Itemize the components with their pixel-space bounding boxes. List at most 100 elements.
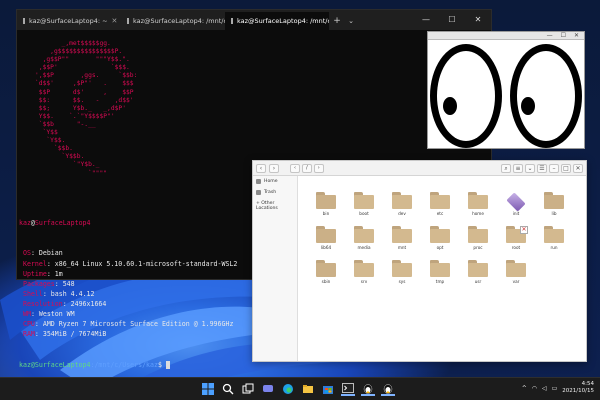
folder-item[interactable]: dev — [387, 190, 417, 220]
windows-icon[interactable] — [201, 382, 215, 396]
terminal-icon[interactable] — [341, 382, 355, 396]
sidebar-item-trash[interactable]: Trash — [253, 187, 297, 198]
folder-icon — [430, 226, 450, 243]
taskbar: ^ ◠ ◁ ▭ 4:54 2021/10/15 — [0, 377, 600, 400]
search-icon[interactable] — [221, 382, 235, 396]
folder-item[interactable]: var — [501, 258, 531, 288]
terminal-tab-icon — [231, 18, 233, 24]
info-line: RAM: 354MiB / 7674MiB — [22, 330, 107, 339]
folder-label: srv — [360, 279, 368, 284]
info-key: Resolution — [22, 299, 63, 308]
close-button[interactable]: ✕ — [573, 163, 583, 173]
minimize-button[interactable]: — — [413, 10, 439, 30]
folder-item[interactable]: ✕ root — [501, 224, 531, 254]
folder-item[interactable]: srv — [349, 258, 379, 288]
edge-icon[interactable] — [281, 382, 295, 396]
path-segment-fwd[interactable]: › — [313, 163, 324, 173]
xeyes-window[interactable]: — ☐ ✕ — [427, 31, 585, 149]
info-key: OS — [22, 249, 31, 258]
folder-item[interactable]: sys — [387, 258, 417, 288]
folder-label: tmp — [435, 279, 445, 284]
folder-item[interactable]: proc — [463, 224, 493, 254]
battery-icon[interactable]: ▭ — [552, 385, 558, 392]
folder-item[interactable]: boot — [349, 190, 379, 220]
sidebar-item-home[interactable]: Home — [253, 176, 297, 187]
info-key: Kernel — [22, 259, 47, 268]
folder-item[interactable]: media — [349, 224, 379, 254]
folder-label: dev — [398, 211, 406, 216]
back-button[interactable]: ‹ — [256, 163, 266, 173]
terminal-tab-icon — [23, 18, 25, 24]
info-key: WM — [22, 310, 31, 319]
list-view-icon[interactable]: ≡ — [513, 163, 523, 173]
path-segment-back[interactable]: ‹ — [290, 163, 300, 173]
terminal-tab-1[interactable]: kaz@SurfaceLaptop4: ~ ✕ — [17, 12, 121, 30]
folder-label: lib64 — [320, 245, 332, 250]
folder-icon — [316, 192, 336, 209]
folder-item[interactable]: etc — [425, 190, 455, 220]
info-key: Shell — [22, 289, 43, 298]
info-line: WM: Weston WM — [22, 310, 75, 319]
folder-icon — [468, 192, 488, 209]
folder-icon — [354, 260, 374, 277]
info-line: Resolution: 2496x1664 — [22, 299, 107, 308]
xeyes-minimize-button[interactable]: — — [547, 32, 553, 39]
sidebar-item-other-locations[interactable]: + Other Locations — [253, 198, 297, 214]
folder-item[interactable]: opt — [425, 224, 455, 254]
folder-icon — [354, 226, 374, 243]
folder-item[interactable]: mnt — [387, 224, 417, 254]
maximize-button[interactable]: □ — [561, 163, 571, 173]
maximize-button[interactable]: ☐ — [439, 10, 465, 30]
folder-item[interactable]: init — [501, 190, 531, 220]
new-tab-button[interactable]: + — [329, 12, 345, 30]
chevron-down-icon[interactable]: ⌄ — [525, 163, 535, 173]
info-value: Debian — [38, 249, 63, 258]
forward-button[interactable]: › — [269, 163, 279, 173]
chat-icon[interactable] — [261, 382, 275, 396]
shell-prompt[interactable]: kaz@SurfaceLaptop4:/mnt/c/Users/kaz$ _ — [19, 360, 237, 370]
penguin-icon[interactable] — [361, 382, 375, 396]
info-value: 548 — [62, 279, 75, 288]
folder-item[interactable]: sbin — [311, 258, 341, 288]
info-line: Kernel: x86_64 Linux 5.10.60.1-microsoft… — [22, 259, 238, 268]
explorer-icon[interactable] — [301, 382, 315, 396]
terminal-tab-3[interactable]: kaz@SurfaceLaptop4: /mnt/c/U ✕ — [225, 12, 329, 30]
tab-label: kaz@SurfaceLaptop4: /mnt/c/U — [133, 17, 225, 25]
folder-label: home — [472, 211, 484, 216]
folder-label: root — [511, 245, 521, 250]
folder-item[interactable]: lib64 — [311, 224, 341, 254]
folder-item[interactable]: usr — [463, 258, 493, 288]
folder-item[interactable]: tmp — [425, 258, 455, 288]
menu-icon[interactable]: ☰ — [537, 163, 547, 173]
xeyes-maximize-button[interactable]: ☐ — [561, 32, 566, 39]
tab-close-icon[interactable]: ✕ — [112, 17, 118, 25]
file-manager-window[interactable]: ‹ › ‹ / › ⌕ ≡ ⌄ ☰ – □ ✕ Home Trash + Oth… — [252, 160, 587, 362]
clock[interactable]: 4:54 2021/10/15 — [562, 381, 594, 395]
minimize-button[interactable]: – — [549, 163, 559, 173]
cursor: _ — [165, 360, 170, 369]
path-root[interactable]: / — [302, 163, 312, 173]
folder-label: run — [550, 245, 558, 250]
tray-overflow-icon[interactable]: ^ — [522, 385, 527, 392]
penguin-icon[interactable] — [381, 382, 395, 396]
info-line: Shell: bash 4.4.12 — [22, 289, 95, 298]
task-view-icon[interactable] — [241, 382, 255, 396]
taskbar-apps — [201, 382, 395, 396]
close-button[interactable]: ✕ — [465, 10, 491, 30]
info-line: CPU: AMD Ryzen 7 Microsoft Surface Editi… — [22, 320, 234, 329]
folder-item[interactable]: home — [463, 190, 493, 220]
xeyes-close-button[interactable]: ✕ — [574, 32, 579, 39]
wifi-icon[interactable]: ◠ — [532, 385, 537, 392]
info-line: OS: Debian — [22, 249, 63, 258]
volume-icon[interactable]: ◁ — [542, 385, 547, 392]
folder-label: var — [512, 279, 520, 284]
terminal-tab-icon — [127, 18, 129, 24]
store-icon[interactable] — [321, 382, 335, 396]
folder-item[interactable]: run — [539, 224, 569, 254]
terminal-tab-2[interactable]: kaz@SurfaceLaptop4: /mnt/c/U ✕ — [121, 12, 225, 30]
search-icon[interactable]: ⌕ — [501, 163, 511, 173]
folder-item[interactable]: lib — [539, 190, 569, 220]
folder-label: etc — [436, 211, 444, 216]
folder-item[interactable]: bin — [311, 190, 341, 220]
tab-dropdown-button[interactable]: ⌄ — [345, 12, 357, 30]
